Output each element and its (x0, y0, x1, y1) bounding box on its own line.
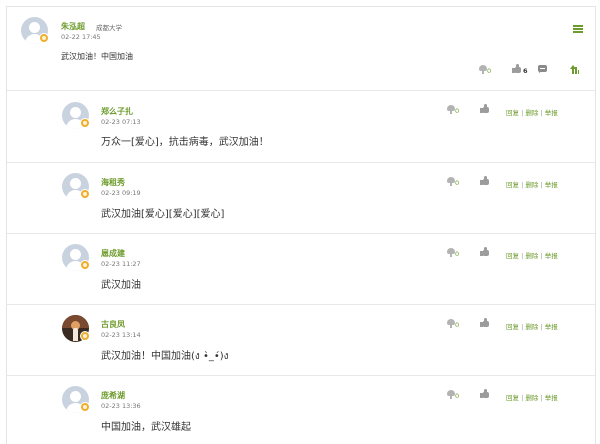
reply-link[interactable]: 回复 (506, 181, 519, 189)
reply-actions: 回复 | 删除 | 举报 (506, 179, 558, 189)
reply-flower-count: 0 (455, 107, 460, 115)
action-separator: | (521, 181, 524, 189)
flower-icon[interactable] (447, 248, 455, 257)
verified-badge-icon (80, 189, 90, 199)
thumbs-up-icon[interactable] (480, 104, 489, 113)
comment-icon[interactable] (538, 65, 547, 73)
reply-content: 万众一[爱心]，抗击病毒，武汉加油！ (101, 137, 269, 148)
divider (7, 304, 595, 305)
thumbs-up-icon[interactable] (480, 176, 489, 185)
delete-link[interactable]: 删除 (525, 181, 538, 189)
divider (7, 162, 595, 163)
comment-thread: 朱泓超 成都大学 02-22 17:45 武汉加油！中国加油 0 6 郑么子扎 … (6, 6, 596, 444)
menu-icon[interactable] (573, 25, 583, 33)
action-separator: | (540, 109, 543, 117)
flower-icon[interactable] (447, 390, 455, 399)
flower-icon[interactable] (447, 177, 455, 186)
reply-time: 02-23 11:27 (101, 260, 141, 268)
action-separator: | (540, 252, 543, 260)
reply-flower-count: 0 (455, 250, 460, 258)
reply-time: 02-23 13:36 (101, 402, 141, 410)
delete-link[interactable]: 删除 (525, 394, 538, 402)
pin-to-top-icon[interactable] (570, 65, 579, 74)
reply-content: 武汉加油！中国加油(ง •̀_•́)ง (101, 351, 229, 362)
delete-link[interactable]: 删除 (525, 252, 538, 260)
reply-author-name[interactable]: 古良凤 (101, 319, 125, 330)
reply-link[interactable]: 回复 (506, 323, 519, 331)
reply-time: 02-23 13:14 (101, 331, 141, 339)
report-link[interactable]: 举报 (545, 109, 558, 117)
post-content: 武汉加油！中国加油 (61, 52, 133, 61)
flower-icon[interactable] (447, 105, 455, 114)
thumbs-up-icon[interactable] (480, 247, 489, 256)
verified-badge-icon (80, 118, 90, 128)
verified-badge-icon (80, 402, 90, 412)
action-separator: | (521, 323, 524, 331)
post-time: 02-22 17:45 (61, 33, 101, 41)
avatar-head (29, 22, 40, 33)
post-author-school: 成都大学 (96, 24, 122, 32)
action-separator: | (521, 394, 524, 402)
thumbs-up-icon[interactable] (512, 64, 521, 73)
thumbs-up-icon[interactable] (480, 389, 489, 398)
flower-icon[interactable] (447, 319, 455, 328)
reply-flower-count: 0 (455, 392, 460, 400)
delete-link[interactable]: 删除 (525, 109, 538, 117)
reply-author-name[interactable]: 郑么子扎 (101, 106, 133, 117)
post-flower-count: 0 (487, 67, 492, 75)
reply-actions: 回复 | 删除 | 举报 (506, 250, 558, 260)
action-separator: | (521, 252, 524, 260)
reply-author-name[interactable]: 扈成建 (101, 248, 125, 259)
reply-link[interactable]: 回复 (506, 109, 519, 117)
post-author-name[interactable]: 朱泓超 (61, 21, 85, 32)
reply-time: 02-23 09:19 (101, 189, 141, 197)
report-link[interactable]: 举报 (545, 181, 558, 189)
thumbs-up-icon[interactable] (480, 318, 489, 327)
divider (7, 233, 595, 234)
reply-content: 中国加油，武汉雄起 (101, 422, 191, 433)
report-link[interactable]: 举报 (545, 394, 558, 402)
divider (7, 90, 595, 91)
reply-author-name[interactable]: 庞希湖 (101, 390, 125, 401)
action-separator: | (540, 323, 543, 331)
reply-actions: 回复 | 删除 | 举报 (506, 321, 558, 331)
reply-link[interactable]: 回复 (506, 252, 519, 260)
reply-content: 武汉加油[爱心][爱心][爱心] (101, 209, 225, 220)
reply-flower-count: 0 (455, 179, 460, 187)
reply-actions: 回复 | 删除 | 举报 (506, 107, 558, 117)
action-separator: | (540, 394, 543, 402)
reply-link[interactable]: 回复 (506, 394, 519, 402)
divider (7, 375, 595, 376)
reply-flower-count: 0 (455, 321, 460, 329)
reply-author-name[interactable]: 海租秀 (101, 177, 125, 188)
verified-badge-icon (80, 331, 90, 341)
reply-content: 武汉加油 (101, 280, 141, 291)
report-link[interactable]: 举报 (545, 323, 558, 331)
report-link[interactable]: 举报 (545, 252, 558, 260)
action-separator: | (521, 109, 524, 117)
reply-actions: 回复 | 删除 | 举报 (506, 392, 558, 402)
verified-badge-icon (39, 33, 49, 43)
post-like-count: 6 (523, 67, 528, 75)
action-separator: | (540, 181, 543, 189)
verified-badge-icon (80, 260, 90, 270)
flower-icon[interactable] (479, 65, 487, 74)
reply-time: 02-23 07:13 (101, 118, 141, 126)
delete-link[interactable]: 删除 (525, 323, 538, 331)
